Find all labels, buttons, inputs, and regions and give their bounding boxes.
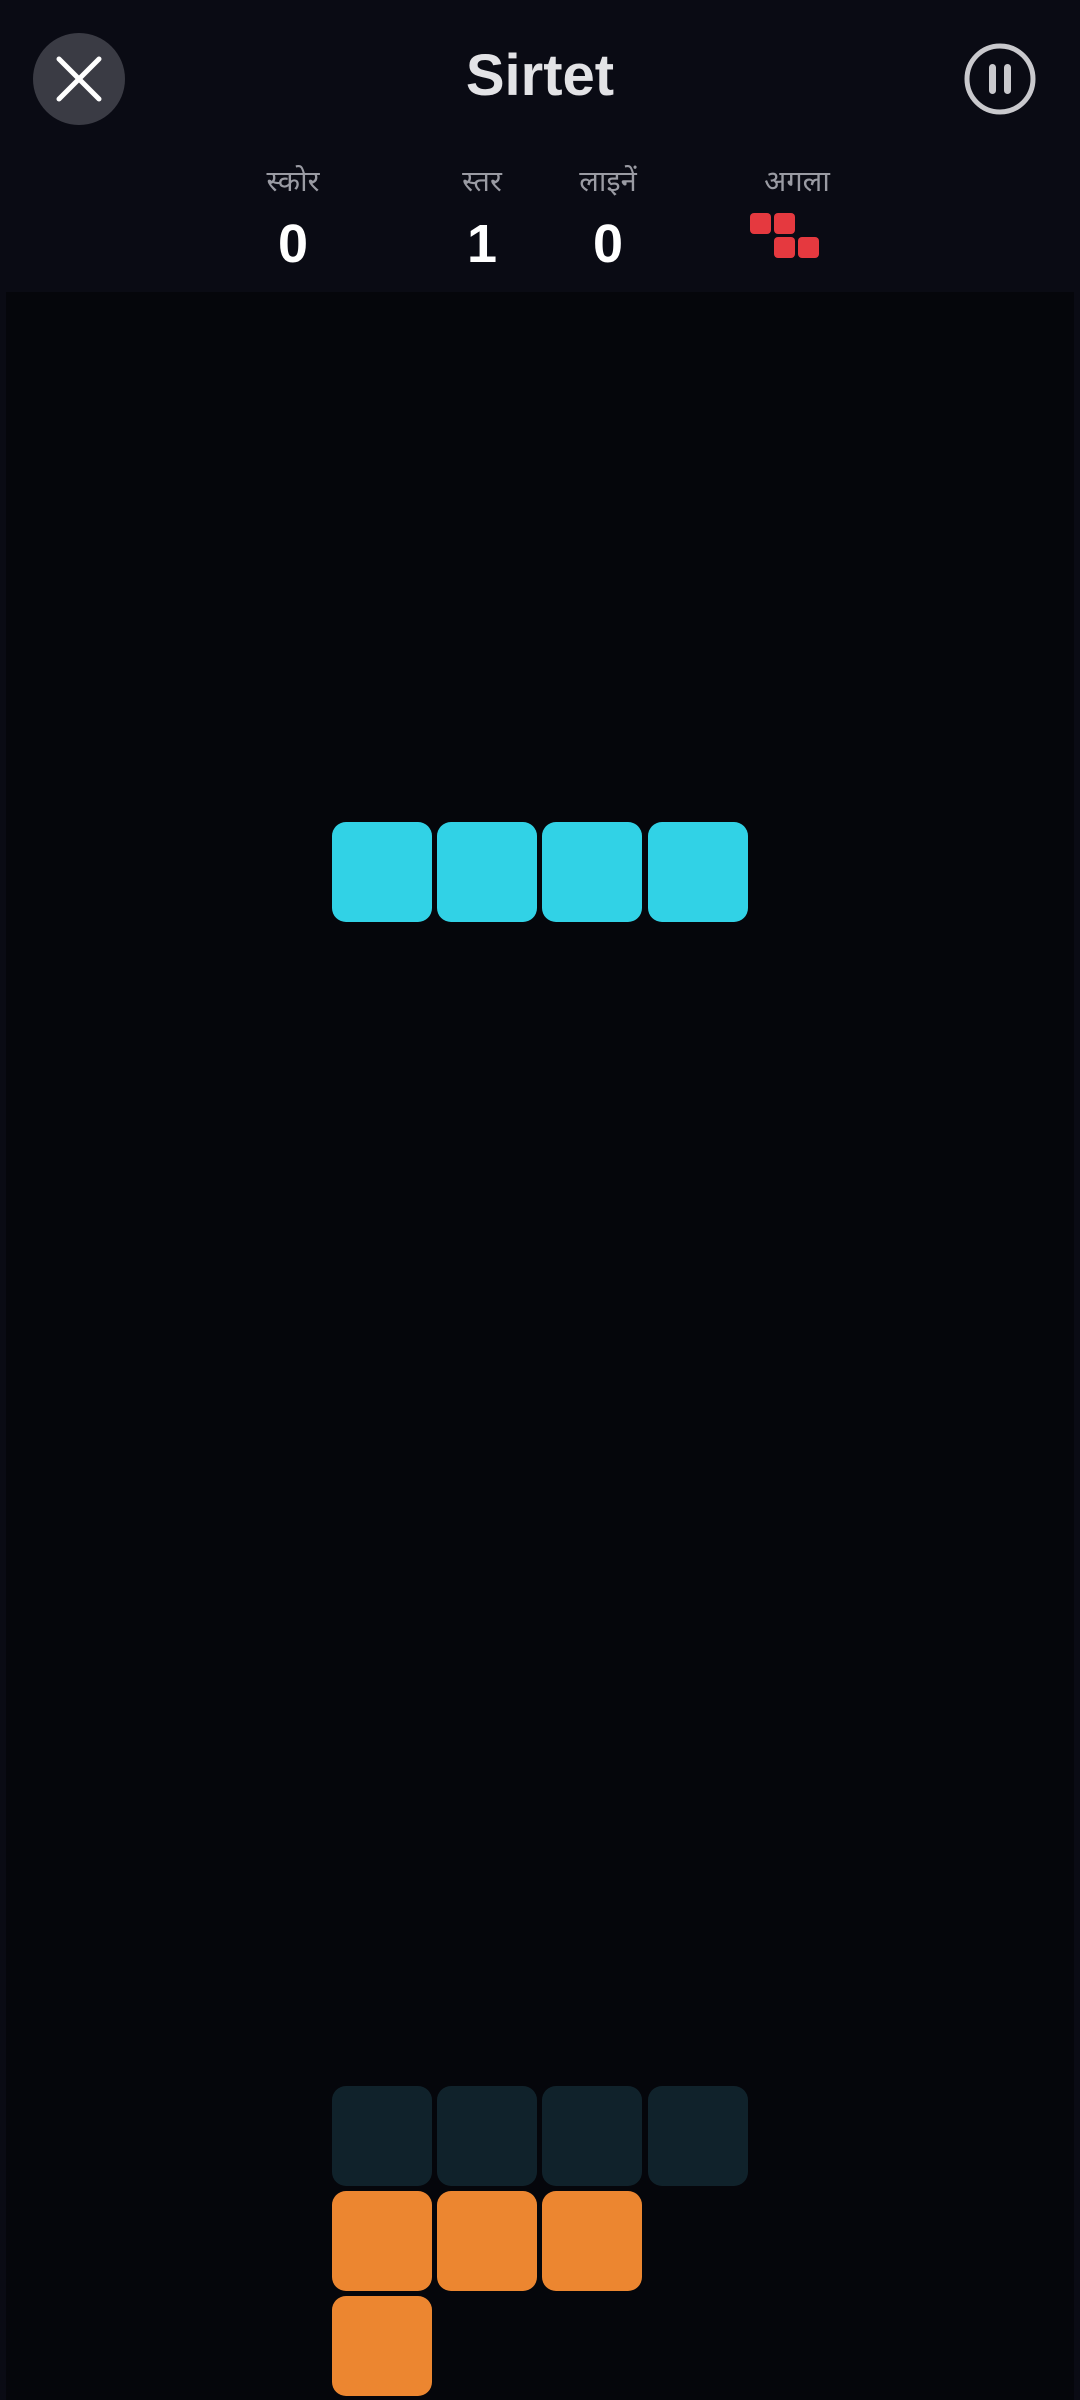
locked-block [332, 2191, 432, 2291]
score-label: स्कोर [266, 164, 320, 198]
locked-block [542, 2191, 642, 2291]
lines-stat: लाइनें 0 [528, 156, 688, 276]
next-label: अगला [764, 164, 830, 198]
lines-value: 0 [592, 214, 624, 274]
game-screen: Sirtet स्कोर 0 स्तर 1 लाइनें 0 अगला [0, 0, 1080, 2400]
ghost-piece-block [332, 2086, 432, 2186]
ghost-piece-block [542, 2086, 642, 2186]
next-piece-block [774, 237, 795, 258]
next-piece-block [798, 237, 819, 258]
next-piece-block [750, 213, 771, 234]
pause-icon [964, 43, 1036, 115]
next-piece-stat: अगला [717, 156, 877, 270]
game-board[interactable] [6, 292, 1074, 2400]
ghost-piece-block [648, 2086, 748, 2186]
active-piece-block [437, 822, 537, 922]
active-piece-block [542, 822, 642, 922]
next-piece-block [774, 213, 795, 234]
lines-label: लाइनें [579, 164, 637, 198]
locked-block [332, 2296, 432, 2396]
ghost-piece-block [437, 2086, 537, 2186]
next-piece-preview [717, 210, 877, 270]
game-title: Sirtet [465, 43, 615, 108]
pause-button[interactable] [963, 42, 1037, 116]
locked-block [437, 2191, 537, 2291]
active-piece-block [648, 822, 748, 922]
score-stat: स्कोर 0 [213, 156, 373, 276]
active-piece-block [332, 822, 432, 922]
score-value: 0 [277, 214, 309, 274]
game-header: Sirtet स्कोर 0 स्तर 1 लाइनें 0 अगला [0, 0, 1080, 292]
